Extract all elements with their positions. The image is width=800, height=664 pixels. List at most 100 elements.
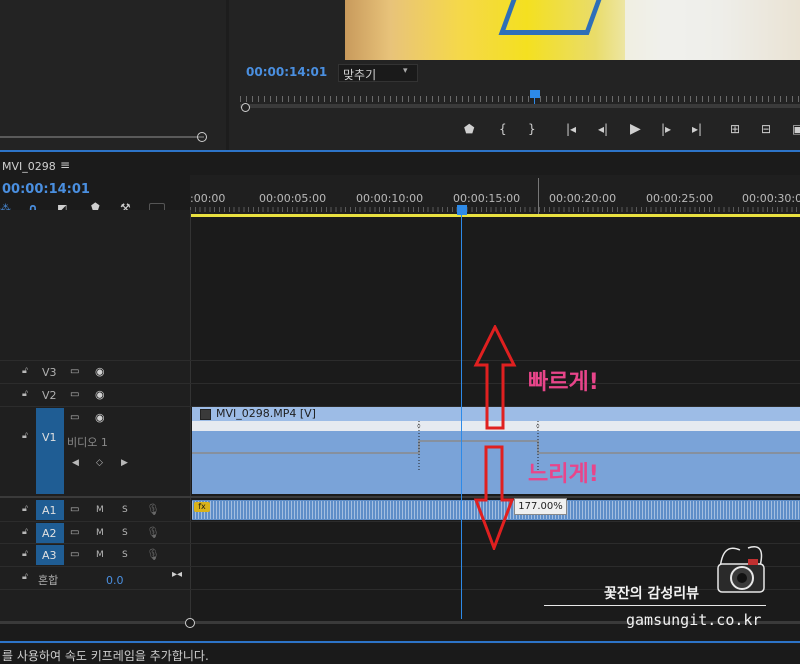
source-scroll-handle[interactable] <box>197 132 207 142</box>
lane-separator <box>0 521 800 522</box>
add-keyframe-icon[interactable]: ◇ <box>96 458 103 468</box>
ruler-label-25: 00:00:25:00 <box>646 192 714 205</box>
lock-icon[interactable]: 🔓︎ <box>22 366 28 376</box>
ruler-label-20: 00:00:20:00 <box>549 192 617 205</box>
clip-fx-icon <box>200 409 211 420</box>
source-scrollbar[interactable] <box>0 136 204 138</box>
eye-icon[interactable]: ◉ <box>95 411 105 424</box>
eye-icon[interactable]: ◉ <box>95 388 105 401</box>
status-bar: 를 사용하여 속도 키프레임을 추가합니다. <box>0 644 800 664</box>
sequence-tab[interactable]: MVI_0298 <box>2 160 56 173</box>
mark-out-icon[interactable]: } <box>528 122 536 136</box>
solo-button[interactable]: S <box>122 505 128 515</box>
program-mini-ruler[interactable] <box>240 96 800 102</box>
chevron-down-icon: ▾ <box>403 66 408 76</box>
microphone-icon[interactable]: 🎙︎ <box>146 526 160 539</box>
program-playhead[interactable] <box>530 90 540 98</box>
program-scrollbar[interactable] <box>240 104 800 108</box>
status-divider <box>0 641 800 643</box>
down-arrow-icon <box>473 445 515 550</box>
toggle-sync-icon[interactable]: ▭ <box>70 527 79 538</box>
status-text: 를 사용하여 속도 키프레임을 추가합니다. <box>2 649 209 663</box>
lane-separator <box>0 360 800 361</box>
microphone-icon[interactable]: 🎙︎ <box>146 548 160 561</box>
mute-button[interactable]: M <box>96 505 104 515</box>
ruler-label-10: 00:00:10:00 <box>356 192 424 205</box>
preview-cloth-shape <box>625 0 800 60</box>
keyframe-handle[interactable]: ⬨ <box>417 421 421 431</box>
play-icon[interactable]: ▶ <box>630 121 641 137</box>
microphone-icon[interactable]: 🎙︎ <box>146 503 160 516</box>
solo-button[interactable]: S <box>122 550 128 560</box>
track-a3-label[interactable]: A3 <box>42 549 57 562</box>
lock-icon[interactable]: 🔓︎ <box>22 572 28 582</box>
preview-bag-shape <box>498 0 602 35</box>
ruler-label-5: 00:00:05:00 <box>259 192 327 205</box>
ruler-ticks <box>190 207 800 212</box>
go-to-out-icon[interactable]: ▸| <box>692 122 702 136</box>
toggle-sync-icon[interactable]: ▭ <box>70 549 79 560</box>
timeline-scroll-handle[interactable] <box>185 618 195 628</box>
mix-volume-value[interactable]: 0.0 <box>106 574 124 587</box>
work-area-bar[interactable] <box>190 214 800 217</box>
extract-icon[interactable]: ⊟ <box>761 122 771 136</box>
toggle-sync-icon[interactable]: ▭ <box>70 412 79 423</box>
header-divider <box>190 210 191 622</box>
ruler-label-15: 00:00:15:00 <box>453 192 521 205</box>
zoom-dropdown-value: 맞추기 <box>343 68 377 82</box>
slower-annotation: 느리게! <box>528 462 599 487</box>
speed-tooltip: 177.00% <box>514 498 567 515</box>
source-monitor-panel <box>0 0 226 150</box>
lock-icon[interactable]: 🔓︎ <box>22 504 28 514</box>
track-v2-label[interactable]: V2 <box>42 389 57 402</box>
timeline-timecode[interactable]: 00:00:14:01 <box>2 182 90 197</box>
step-back-icon[interactable]: ◂| <box>598 122 608 136</box>
ruler-marker-line <box>538 178 539 214</box>
fx-badge: fx <box>194 502 210 512</box>
video-audio-separator <box>0 496 800 498</box>
export-frame-icon[interactable]: ▣ <box>792 122 800 136</box>
next-keyframe-icon[interactable]: ▶ <box>121 458 128 468</box>
prev-keyframe-icon[interactable]: ◀ <box>72 458 79 468</box>
toggle-sync-icon[interactable]: ▭ <box>70 366 79 377</box>
track-v1-label[interactable]: V1 <box>42 431 57 444</box>
track-v3-label[interactable]: V3 <box>42 366 57 379</box>
playhead-handle[interactable] <box>457 205 467 215</box>
lock-icon[interactable]: 🔓︎ <box>22 549 28 559</box>
clip-name: MVI_0298.MP4 [V] <box>216 407 316 420</box>
mark-in-icon[interactable]: { <box>499 122 507 136</box>
lock-icon[interactable]: 🔓︎ <box>22 431 28 441</box>
watermark-name: 꽃잔의 감성리뷰 <box>604 586 700 602</box>
lane-separator <box>0 543 800 544</box>
go-to-in-icon[interactable]: |◂ <box>566 122 576 136</box>
lock-icon[interactable]: 🔓︎ <box>22 389 28 399</box>
faster-annotation: 빠르게! <box>528 370 599 395</box>
toggle-sync-icon[interactable]: ▭ <box>70 504 79 515</box>
program-scroll-handle[interactable] <box>241 103 250 112</box>
track-a1-label[interactable]: A1 <box>42 504 57 517</box>
solo-button[interactable]: S <box>122 528 128 538</box>
ruler-label-30: 00:00:30:00 <box>742 192 800 205</box>
track-a2-label[interactable]: A2 <box>42 527 57 540</box>
toggle-sync-icon[interactable]: ▭ <box>70 389 79 400</box>
video-preview <box>345 0 800 60</box>
ruler-label-0: :00:00 <box>190 192 226 205</box>
menu-icon[interactable]: ≡ <box>60 158 70 172</box>
lift-icon[interactable]: ⊞ <box>730 122 740 136</box>
lane-separator <box>0 566 800 567</box>
up-arrow-icon <box>473 325 517 430</box>
track-v1-target[interactable] <box>36 408 64 494</box>
add-marker-icon[interactable]: ⬟ <box>464 122 474 136</box>
camera-logo <box>717 546 765 593</box>
program-timecode[interactable]: 00:00:14:01 <box>246 65 327 79</box>
mute-button[interactable]: M <box>96 550 104 560</box>
keyframe-handle[interactable]: ⬨ <box>536 421 540 431</box>
track-v1-name: 비디오 1 <box>67 436 108 449</box>
mix-label: 혼합 <box>38 574 59 587</box>
eye-icon[interactable]: ◉ <box>95 365 105 378</box>
go-to-end-icon[interactable]: ▸◂ <box>172 569 182 580</box>
lock-icon[interactable]: 🔓︎ <box>22 527 28 537</box>
zoom-dropdown[interactable]: 맞추기 ▾ <box>338 64 418 82</box>
mute-button[interactable]: M <box>96 528 104 538</box>
step-forward-icon[interactable]: |▸ <box>661 122 671 136</box>
